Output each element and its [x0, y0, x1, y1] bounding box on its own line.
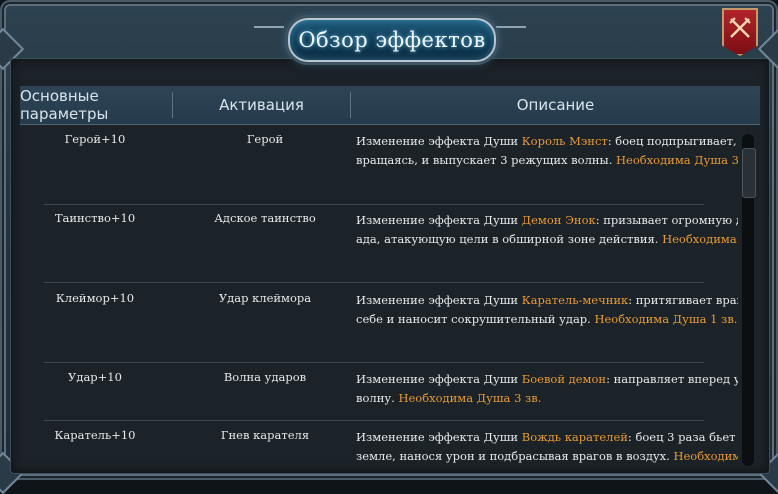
desc-text: Изменение эффекта Души — [356, 430, 522, 444]
activation-cell: Герой — [246, 132, 284, 146]
window-title-plate: Обзор эффектов — [288, 18, 496, 62]
desc-text: : призывает огромную длань — [595, 213, 738, 227]
scrollbar-thumb[interactable] — [742, 148, 756, 198]
soul-name-link: Вождь карателей — [521, 430, 628, 444]
row-divider — [44, 420, 704, 421]
requirement-text: Необходима Душа 1 зв. — [594, 312, 738, 326]
description-cell: Изменение эффекта Души Боевой демон: нап… — [356, 370, 738, 408]
desc-text: ада, атакующую цели в обширной зоне дейс… — [356, 232, 663, 246]
description-cell: Изменение эффекта Души Король Мэнст: бое… — [356, 132, 738, 170]
soul-name-link: Король Мэнст — [521, 134, 608, 148]
soul-name-link: Каратель-мечник — [521, 293, 629, 307]
description-cell: Изменение эффекта Души Демон Энок: призы… — [356, 211, 738, 249]
requirement-text: Необходима Душа 1 — [662, 232, 738, 246]
row-divider — [44, 362, 704, 363]
description-cell: Изменение эффекта Души Каратель-мечник: … — [356, 291, 738, 329]
desc-text: вращаясь, и выпускает 3 режущих волны. — [356, 153, 617, 167]
desc-text: : направляет вперед ударную — [606, 372, 738, 386]
title-ornament-right — [496, 26, 526, 50]
activation-cell: Удар клеймора — [218, 291, 312, 305]
requirement-text: Необходима Душа 3 зв. — [616, 153, 738, 167]
column-header-activation[interactable]: Активация — [173, 86, 350, 124]
table-header: Основные параметры Активация Описание — [20, 86, 760, 125]
desc-text: Изменение эффекта Души — [356, 213, 522, 227]
param-cell: Клеймор+10 — [55, 291, 135, 305]
param-cell: Каратель+10 — [54, 428, 136, 442]
desc-text: : боец подпрыгивает, — [607, 134, 737, 148]
title-ornament-left — [254, 26, 284, 50]
desc-text: Изменение эффекта Души — [356, 372, 522, 386]
desc-text: волну. — [356, 391, 399, 405]
row-divider — [44, 282, 704, 283]
desc-text: : притягивает врагов к — [628, 293, 738, 307]
effects-list: Герой+10 Герой Изменение эффекта Души Ко… — [20, 124, 738, 464]
soul-name-link: Боевой демон — [521, 372, 607, 386]
requirement-text: Необходима Душа 3 зв. — [398, 391, 542, 405]
param-cell: Удар+10 — [68, 370, 122, 384]
desc-text: земле, нанося урон и подбрасывая врагов … — [356, 449, 674, 463]
description-cell: Изменение эффекта Души Вождь карателей: … — [356, 428, 738, 464]
row-divider — [44, 204, 704, 205]
soul-name-link: Демон Энок — [521, 213, 596, 227]
param-cell: Герой+10 — [64, 132, 126, 146]
window-title: Обзор эффектов — [298, 28, 486, 52]
crossed-swords-icon — [729, 17, 751, 38]
desc-text: Изменение эффекта Души — [356, 134, 522, 148]
column-header-params[interactable]: Основные параметры — [20, 86, 172, 124]
param-cell: Таинство+10 — [54, 211, 136, 225]
desc-text: Изменение эффекта Души — [356, 293, 522, 307]
desc-text: : боец 3 раза бьет по — [627, 430, 738, 444]
desc-text: себе и наносит сокрушительный удар. — [356, 312, 595, 326]
activation-cell: Адское таинство — [214, 211, 316, 225]
column-header-description[interactable]: Описание — [351, 86, 760, 124]
activation-cell: Волна ударов — [223, 370, 307, 384]
requirement-text: Необходима Душа — [673, 449, 738, 463]
activation-cell: Гнев карателя — [220, 428, 310, 442]
